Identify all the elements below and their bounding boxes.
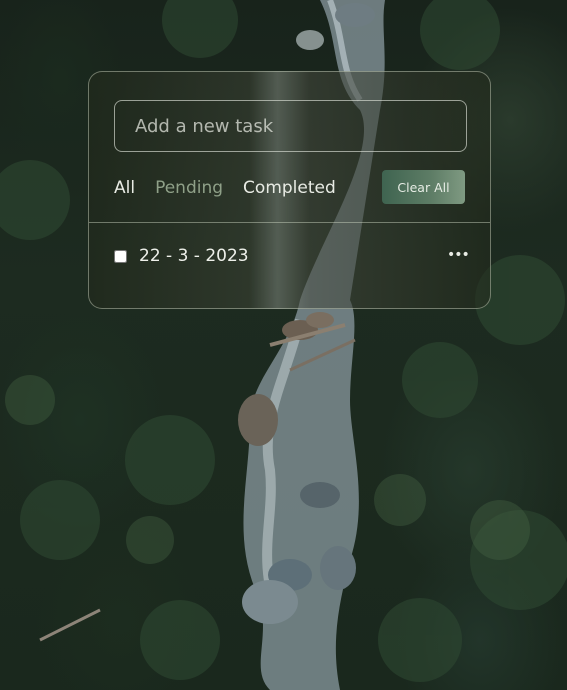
task-text: 22 - 3 - 2023 — [139, 246, 249, 266]
todo-card: All Pending Completed Clear All 22 - 3 -… — [88, 71, 491, 309]
filter-tabs: All Pending Completed — [114, 177, 356, 199]
ellipsis-icon[interactable]: ••• — [447, 245, 470, 267]
new-task-input[interactable] — [114, 100, 467, 152]
divider — [89, 222, 490, 223]
task-checkbox[interactable] — [114, 249, 127, 263]
task-item: 22 - 3 - 2023 ••• — [114, 245, 470, 267]
filter-all[interactable]: All — [114, 178, 135, 198]
clear-all-button[interactable]: Clear All — [382, 170, 465, 204]
filter-completed[interactable]: Completed — [243, 178, 336, 198]
filter-pending[interactable]: Pending — [155, 178, 223, 198]
